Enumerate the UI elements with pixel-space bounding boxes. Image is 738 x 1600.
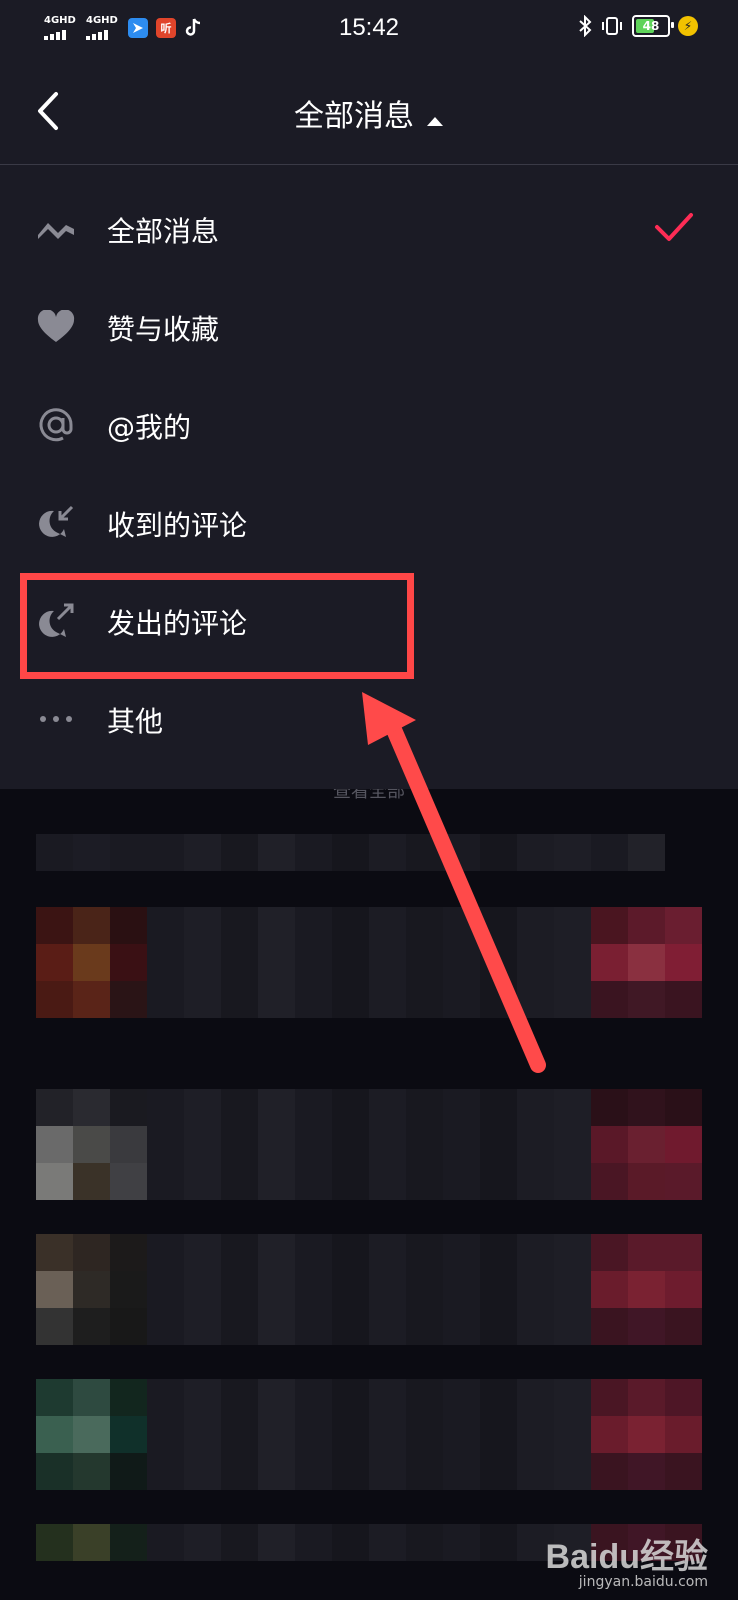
blurred-row [36, 1089, 702, 1126]
menu-item-sent-comments[interactable]: 发出的评论 [0, 572, 738, 670]
page-title: 全部消息 [294, 99, 414, 134]
blurred-row [36, 1234, 702, 1271]
menu-item-mentions[interactable]: @我的 [0, 376, 738, 474]
menu-item-label: 赞与收藏 [107, 313, 220, 346]
blurred-row [36, 1126, 702, 1163]
battery-icon: 48 [632, 15, 674, 37]
filter-menu: 全部消息 赞与收藏 @我的 收到的评论 发出的评论 其他 [0, 165, 738, 789]
caret-up-icon [426, 100, 444, 135]
blurred-row [36, 907, 702, 944]
menu-item-all-messages[interactable]: 全部消息 [0, 180, 738, 278]
message-filter-dropdown[interactable]: 全部消息 [0, 91, 738, 135]
blurred-row [36, 1416, 702, 1453]
at-icon [36, 405, 76, 445]
status-bar: 4GHD 4GHD 听 15:42 48 ⚡ [0, 0, 738, 58]
view-all-link: 查看全部 [333, 789, 405, 802]
menu-item-received-comments[interactable]: 收到的评论 [0, 474, 738, 572]
blurred-row [36, 1163, 702, 1200]
menu-item-label: @我的 [107, 411, 192, 444]
menu-item-label: 收到的评论 [107, 509, 248, 542]
vibrate-icon [602, 17, 622, 35]
baidu-watermark: Baidu经验 jingyan.baidu.com [546, 1529, 708, 1590]
menu-item-likes-favorites[interactable]: 赞与收藏 [0, 278, 738, 376]
menu-item-label: 其他 [107, 705, 164, 738]
blurred-row [36, 1379, 702, 1416]
bluetooth-icon [579, 15, 592, 37]
charging-icon: ⚡ [678, 16, 698, 36]
status-right: 48 ⚡ [578, 15, 698, 37]
blurred-row [36, 1271, 702, 1308]
wave-icon [36, 209, 76, 249]
blurred-row [36, 1308, 702, 1345]
blurred-message-feed: 查看全部 [0, 789, 738, 1600]
comment-sent-icon [36, 601, 76, 641]
blurred-row [36, 1453, 702, 1490]
more-dots-icon [36, 699, 76, 739]
menu-item-label: 发出的评论 [107, 607, 248, 640]
menu-item-label: 全部消息 [107, 215, 220, 248]
checkmark-icon [655, 213, 693, 241]
menu-item-others[interactable]: 其他 [0, 670, 738, 768]
watermark-logo: Baidu经验 [545, 1538, 708, 1576]
blurred-row [36, 834, 665, 871]
blurred-row [36, 944, 702, 981]
comment-received-icon [36, 503, 76, 543]
blurred-row [36, 981, 702, 1018]
heart-icon [36, 307, 76, 347]
battery-level: 48 [642, 19, 660, 33]
top-navigation-bar: 全部消息 [0, 58, 738, 165]
